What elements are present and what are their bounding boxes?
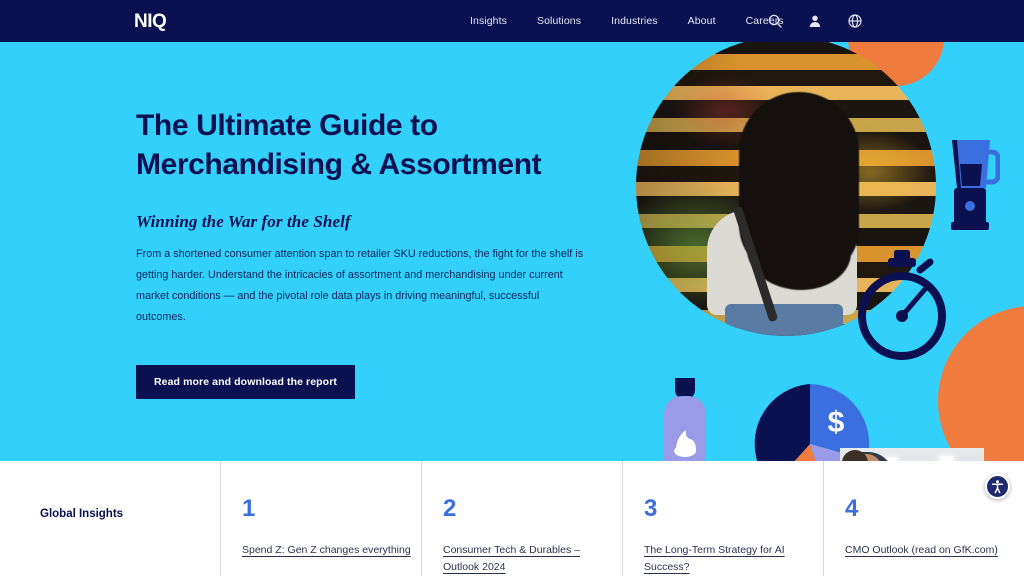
hero-body-text: From a shortened consumer attention span… — [136, 248, 584, 324]
hero-subheading: Winning the War for the Shelf — [136, 212, 351, 231]
insight-number-1: 1 — [242, 495, 256, 522]
nav-item-about[interactable]: About — [688, 15, 716, 27]
accessibility-icon — [991, 480, 1004, 494]
main-navigation: Insights Solutions Industries About Care… — [470, 0, 784, 42]
decorative-orange-circle-right — [938, 306, 1024, 461]
stopwatch-icon — [858, 250, 946, 360]
read-report-button[interactable]: Read more and download the report — [136, 365, 355, 400]
insight-link-4[interactable]: CMO Outlook (read on GfK.com) — [845, 542, 1017, 559]
accessibility-widget-button[interactable] — [985, 474, 1010, 499]
hero-text-block: The Ultimate Guide to Merchandising & As… — [136, 106, 606, 400]
insight-column-3: 3 The Long-Term Strategy for AI Success? — [622, 461, 823, 576]
globe-icon[interactable] — [848, 14, 862, 28]
people-photo — [840, 448, 984, 461]
nav-item-industries[interactable]: Industries — [611, 15, 658, 27]
headline-line-2: Merchandising & Assortment — [136, 148, 542, 181]
insight-link-3[interactable]: The Long-Term Strategy for AI Success? — [644, 542, 816, 577]
nav-item-solutions[interactable]: Solutions — [537, 15, 581, 27]
blender-icon — [951, 140, 1000, 230]
insight-number-4: 4 — [845, 495, 859, 522]
headline-line-1: The Ultimate Guide to — [136, 109, 438, 142]
search-icon[interactable] — [768, 14, 782, 28]
svg-text:$: $ — [828, 406, 845, 439]
page-title: The Ultimate Guide to Merchandising & As… — [136, 106, 606, 184]
header-icon-group — [768, 0, 862, 42]
lotion-bottle-icon — [664, 378, 706, 461]
shopper-figure — [691, 92, 881, 336]
niq-logo[interactable]: NIQ — [134, 11, 167, 33]
global-insights-label: Global Insights — [40, 508, 124, 520]
hero-banner: $ The Ultimate Guide to Merchandising & … — [0, 42, 1024, 461]
insight-link-2[interactable]: Consumer Tech & Durables – Outlook 2024 — [443, 542, 615, 577]
nav-item-insights[interactable]: Insights — [470, 15, 507, 27]
insight-column-1: 1 Spend Z: Gen Z changes everything — [220, 461, 421, 576]
site-header: NIQ Insights Solutions Industries About … — [0, 0, 1024, 42]
insight-column-2: 2 Consumer Tech & Durables – Outlook 202… — [421, 461, 622, 576]
insight-number-3: 3 — [644, 495, 658, 522]
insight-link-1[interactable]: Spend Z: Gen Z changes everything — [242, 542, 414, 559]
insight-number-2: 2 — [443, 495, 457, 522]
global-insights-section: Global Insights 1 Spend Z: Gen Z changes… — [0, 461, 1024, 576]
user-icon[interactable] — [808, 14, 822, 28]
